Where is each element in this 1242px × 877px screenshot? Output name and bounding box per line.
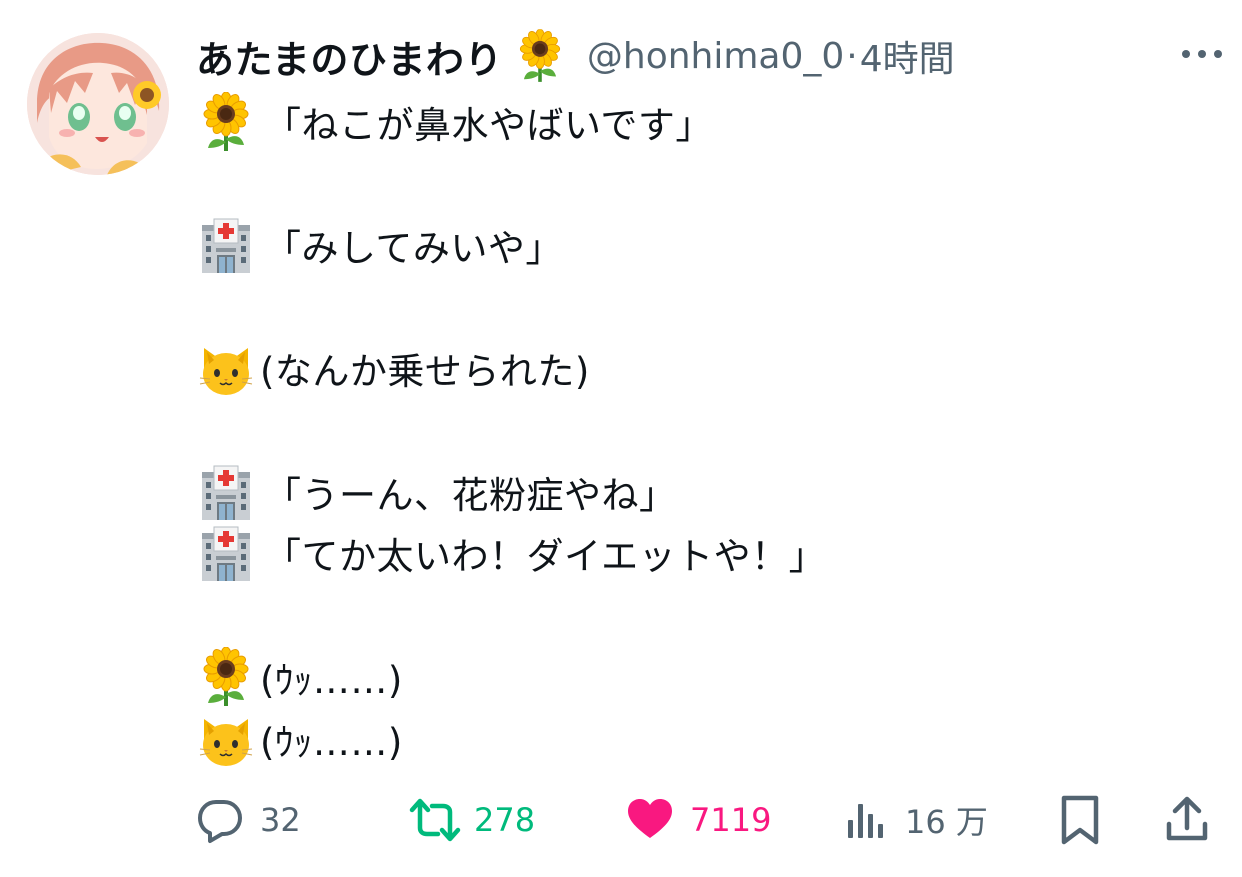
reply-button[interactable]: 32	[196, 788, 301, 852]
views-icon	[848, 804, 883, 838]
hospital-icon	[198, 462, 254, 522]
retweet-button[interactable]: 278	[408, 788, 535, 852]
avatar-image	[27, 33, 169, 175]
display-name[interactable]: あたまのひまわり	[196, 29, 503, 84]
sunflower-icon	[198, 647, 254, 707]
share-icon	[1166, 796, 1208, 841]
tweet-text: 「うーん、花粉症やね」	[264, 474, 677, 517]
views-button[interactable]: 16 万	[845, 788, 988, 852]
like-button[interactable]: 7119	[626, 788, 771, 852]
tweet-time[interactable]: 4時間	[860, 30, 955, 82]
tweet-text: (ｳｯ……)	[260, 721, 403, 764]
tweet-line: 「みしてみいや」	[198, 215, 563, 275]
reply-count: 32	[260, 801, 301, 839]
bookmark-icon	[1061, 795, 1099, 845]
views-count: 16 万	[905, 803, 988, 841]
more-options-button[interactable]	[1174, 32, 1234, 76]
tweet-header: あたまのひまわり @honhima0_0 · 4時間	[196, 28, 955, 84]
cat-face-icon	[198, 338, 254, 398]
tweet-line: 「うーん、花粉症やね」	[198, 462, 677, 522]
tweet-text: 「てか太いわ！ダイエットや！」	[264, 535, 827, 578]
user-handle[interactable]: @honhima0_0	[587, 36, 844, 77]
action-bar: 32 278 7119 16 万	[0, 788, 1242, 852]
sunflower-icon	[198, 92, 254, 152]
more-icon	[1182, 50, 1222, 58]
tweet-line: (なんか乗せられた)	[198, 338, 590, 398]
tweet-line: 「ねこが鼻水やばいです」	[198, 92, 713, 152]
heart-icon	[628, 799, 672, 838]
retweet-count: 278	[474, 801, 536, 839]
sunflower-icon	[515, 28, 565, 84]
like-count: 7119	[690, 801, 772, 839]
hospital-icon	[198, 523, 254, 583]
bookmark-button[interactable]	[1058, 788, 1102, 852]
tweet-line: (ｳｯ……)	[198, 709, 403, 769]
tweet-text: (ｳｯ……)	[260, 659, 403, 702]
tweet-line: (ｳｯ……)	[198, 647, 403, 707]
tweet-text: 「みしてみいや」	[264, 227, 563, 270]
separator-dot: ·	[846, 35, 858, 77]
tweet-line: 「てか太いわ！ダイエットや！」	[198, 523, 826, 583]
cat-face-icon	[198, 709, 254, 769]
retweet-icon	[409, 798, 461, 842]
avatar[interactable]	[27, 33, 169, 175]
hospital-icon	[198, 215, 254, 275]
reply-icon	[198, 800, 242, 843]
tweet-text: 「ねこが鼻水やばいです」	[264, 104, 713, 147]
tweet-text: (なんか乗せられた)	[260, 350, 590, 393]
share-button[interactable]	[1164, 788, 1210, 852]
